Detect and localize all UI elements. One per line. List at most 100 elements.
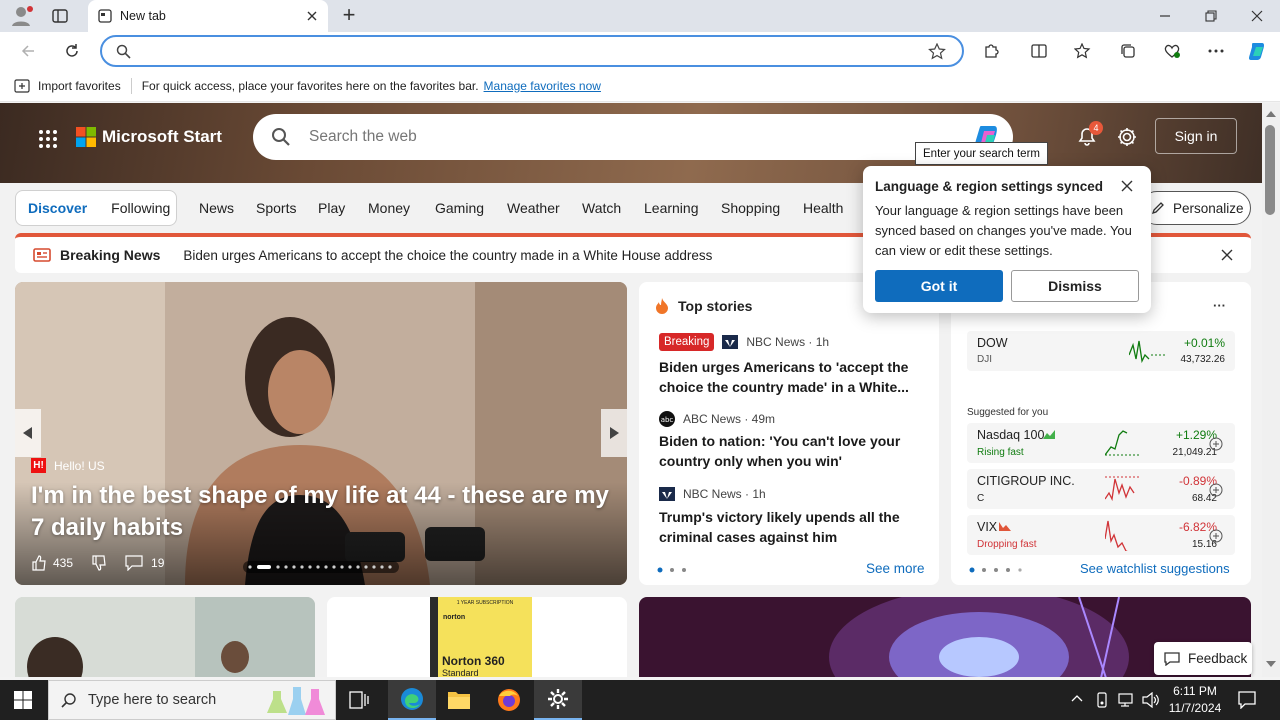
collections-icon[interactable] <box>1112 35 1144 67</box>
story-item[interactable]: abc ABC News · 49m Biden to nation: 'You… <box>659 411 919 471</box>
pagination-dots[interactable] <box>969 567 1025 573</box>
add-stock-icon[interactable] <box>1209 483 1223 497</box>
taskbar-search-box[interactable]: Type here to search <box>48 680 336 720</box>
settings-taskbar-icon[interactable] <box>534 680 582 720</box>
edge-taskbar-icon[interactable] <box>388 680 436 720</box>
extensions-icon[interactable] <box>975 35 1007 67</box>
dismiss-button[interactable]: Dismiss <box>1011 270 1139 302</box>
watchlist-card: ··· DOW DJI +0.01% 43,732.26 Suggested f… <box>951 282 1251 585</box>
feedback-button[interactable]: Feedback <box>1154 642 1252 675</box>
windows-start-icon[interactable] <box>14 691 32 709</box>
clock[interactable]: 6:11 PM 11/7/2024 <box>1164 683 1226 717</box>
carousel-indicator[interactable] <box>243 561 399 573</box>
tab-following[interactable]: Following <box>99 200 182 216</box>
copilot-icon[interactable] <box>1242 35 1274 67</box>
tab-new-tab[interactable]: New tab <box>88 0 328 32</box>
norton-box-image: 1 YEAR SUBSCRIPTION norton Norton 360 St… <box>430 597 532 677</box>
show-hidden-icons-icon[interactable] <box>1071 694 1083 702</box>
sign-in-button[interactable]: Sign in <box>1155 118 1237 154</box>
norton-ad-card[interactable]: 1 YEAR SUBSCRIPTION norton Norton 360 St… <box>327 597 627 677</box>
file-explorer-icon[interactable] <box>447 689 471 711</box>
tab-actions-icon[interactable] <box>52 8 68 24</box>
dislike-icon[interactable] <box>91 555 107 571</box>
personalize-button[interactable]: Personalize <box>1140 191 1251 225</box>
settings-gear-icon[interactable] <box>1116 126 1138 148</box>
story-headline[interactable]: Biden urges Americans to 'accept the cho… <box>659 357 919 397</box>
network-icon[interactable] <box>1118 692 1136 708</box>
more-options-icon[interactable]: ··· <box>1213 298 1226 313</box>
back-button[interactable] <box>12 35 44 67</box>
browser-essentials-icon[interactable] <box>1156 35 1188 67</box>
web-search-box[interactable]: Search the web <box>253 114 1013 160</box>
tab-discover[interactable]: Discover <box>16 200 99 216</box>
story-item[interactable]: Breaking NBC News · 1h Biden urges Ameri… <box>659 333 919 397</box>
story-headline[interactable]: Trump's victory likely upends all the cr… <box>659 507 919 547</box>
nav-item-shopping[interactable]: Shopping <box>721 200 780 216</box>
like-icon[interactable] <box>31 555 47 571</box>
nav-item-health[interactable]: Health <box>803 200 843 216</box>
breaking-news-icon <box>33 248 51 262</box>
see-watchlist-link[interactable]: See watchlist suggestions <box>1080 561 1230 576</box>
stock-symbol: C <box>977 493 985 504</box>
pagination-dots[interactable] <box>657 567 689 573</box>
stock-row-dow[interactable]: DOW DJI +0.01% 43,732.26 <box>967 331 1235 371</box>
add-stock-icon[interactable] <box>1209 437 1223 451</box>
firefox-icon[interactable] <box>497 688 521 712</box>
search-icon <box>116 44 131 59</box>
nav-item-watch[interactable]: Watch <box>582 200 621 216</box>
nbc-logo-icon <box>659 487 675 501</box>
stock-symbol: DJI <box>977 354 992 365</box>
hero-headline[interactable]: I'm in the best shape of my life at 44 -… <box>31 480 611 544</box>
refresh-button[interactable] <box>56 35 88 67</box>
nav-item-news[interactable]: News <box>199 200 234 216</box>
nav-item-sports[interactable]: Sports <box>256 200 296 216</box>
scrollbar-thumb[interactable] <box>1265 125 1275 215</box>
address-bar[interactable] <box>100 35 964 67</box>
nav-item-learning[interactable]: Learning <box>644 200 699 216</box>
got-it-button[interactable]: Got it <box>875 270 1003 302</box>
favorites-icon[interactable] <box>1067 35 1099 67</box>
close-popup-icon[interactable] <box>1121 180 1133 192</box>
close-tab-icon[interactable] <box>306 10 318 22</box>
minimize-button[interactable] <box>1142 0 1188 32</box>
clock-time: 6:11 PM <box>1173 684 1217 698</box>
notification-center-icon[interactable] <box>1238 691 1256 709</box>
close-breaking-icon[interactable] <box>1221 249 1233 261</box>
microsoft-start-logo[interactable]: Microsoft Start <box>76 127 222 147</box>
breaking-news-headline[interactable]: Biden urges Americans to accept the choi… <box>183 248 712 263</box>
story-source: NBC News · 1h <box>683 487 766 501</box>
carousel-prev-button[interactable] <box>15 409 41 457</box>
add-stock-icon[interactable] <box>1209 529 1223 543</box>
comment-icon[interactable] <box>125 555 143 571</box>
nav-item-play[interactable]: Play <box>318 200 345 216</box>
search-placeholder: Search the web <box>309 128 417 145</box>
device-icon[interactable] <box>1095 692 1109 708</box>
nav-item-weather[interactable]: Weather <box>507 200 560 216</box>
divider <box>130 77 132 94</box>
carousel-next-button[interactable] <box>601 409 627 457</box>
split-screen-icon[interactable] <box>1023 35 1055 67</box>
manage-favorites-link[interactable]: Manage favorites now <box>484 79 601 93</box>
microsoft-logo-icon <box>76 127 96 147</box>
stock-row-nasdaq[interactable]: Nasdaq 100 Rising fast +1.29% 21,049.21 <box>967 423 1235 463</box>
settings-more-icon[interactable] <box>1200 35 1232 67</box>
volume-icon[interactable] <box>1142 692 1160 708</box>
app-launcher-icon[interactable] <box>38 129 58 149</box>
page-scrollbar[interactable] <box>1262 103 1280 677</box>
story-item[interactable]: NBC News · 1h Trump's victory likely upe… <box>659 487 919 547</box>
task-view-icon[interactable] <box>349 691 369 709</box>
feed-card-image[interactable] <box>15 597 315 677</box>
stock-row-vix[interactable]: VIX Dropping fast -6.82% 15.16 <box>967 515 1235 555</box>
new-tab-button[interactable]: + <box>337 2 361 28</box>
close-window-button[interactable] <box>1234 0 1280 32</box>
add-favorite-star-icon[interactable] <box>928 43 946 60</box>
story-headline[interactable]: Biden to nation: 'You can't love your co… <box>659 431 919 471</box>
profile-icon[interactable] <box>10 5 34 27</box>
nav-item-money[interactable]: Money <box>368 200 410 216</box>
nav-item-gaming[interactable]: Gaming <box>435 200 484 216</box>
restore-button[interactable] <box>1188 0 1234 32</box>
see-more-link[interactable]: See more <box>866 561 925 576</box>
stock-row-citigroup[interactable]: CITIGROUP INC. C -0.89% 68.42 <box>967 469 1235 509</box>
import-favorites-button[interactable]: Import favorites <box>38 79 121 93</box>
hero-story-card[interactable]: H! Hello! US I'm in the best shape of my… <box>15 282 627 585</box>
